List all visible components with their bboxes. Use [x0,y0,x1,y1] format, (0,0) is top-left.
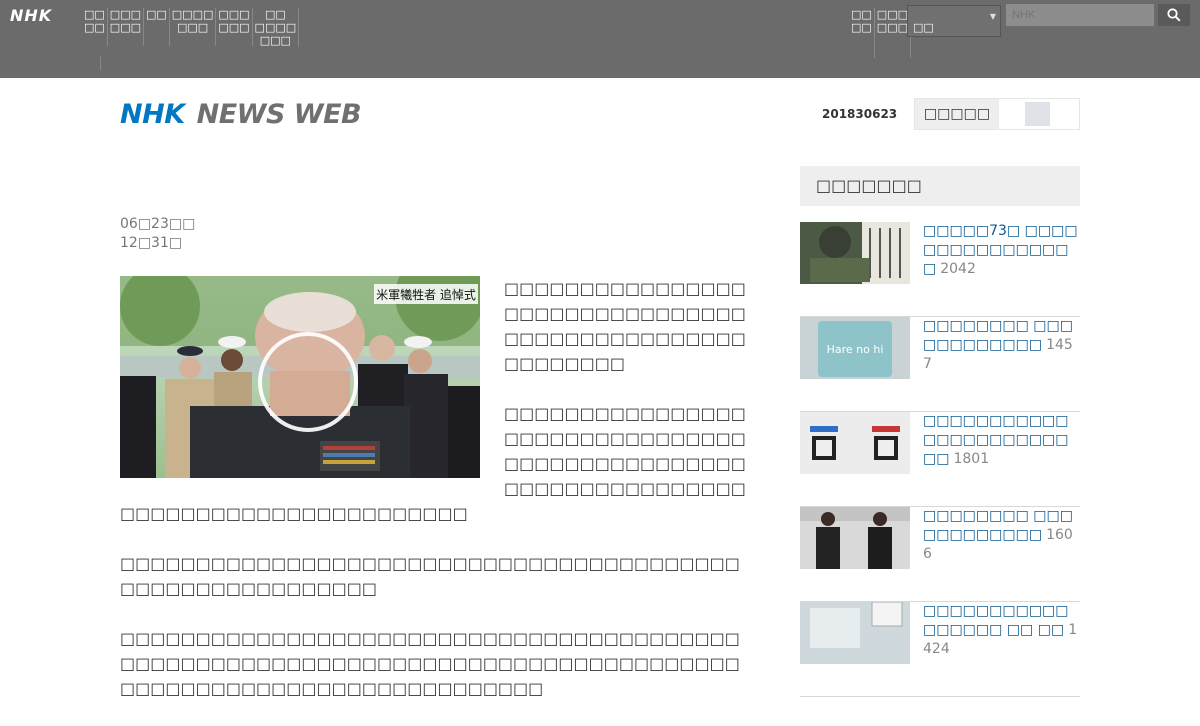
global-top-bar: NHK □□ □□ □□□ □□□ □□ □□□□ □□□ □□□ □□□ □□… [0,0,1200,78]
article-date: 06□23□□ 12□31□ [120,215,195,253]
article-date-line: 06□23□□ [120,216,196,232]
global-nav: □□ □□ □□□ □□□ □□ □□□□ □□□ □□□ □□□ □□ □□□… [82,8,300,48]
ranking-count: 1801 [953,451,990,467]
photo-caption: 米軍犧牲者 追悼式 [376,287,476,302]
region-select-value: □□ [913,21,934,34]
ranking-link[interactable]: □□□□□□□□ □□□□□□□□□□□□ 1606 [923,507,1080,564]
ranking-link[interactable]: □□□□□□□□□□□□□□□□□ □□ □□ 1424 [923,602,1080,659]
search-input[interactable] [1006,4,1154,26]
article-paragraph: □□□□□□□□□□□□□□□□□□□□□□□□□□□□□□□□□□□□□□□□… [120,629,740,698]
news-web-logo[interactable]: NHK NEWS WEB [120,99,362,130]
svg-text:Hare no hi: Hare no hi [827,343,884,356]
utility-nav-item[interactable]: □□ □□ [849,8,875,58]
article-photo-image: 米軍犧牲者 追悼式 [120,276,480,478]
global-nav-label: □□□ □□□ [109,8,141,34]
global-nav-label: □□ □□□□ □□□ [254,8,297,47]
global-nav-label: □□ [145,8,167,21]
article-time-line: 12□31□ [120,235,183,251]
ranking-link[interactable]: □□□□□73□ □□□□□□□□□□□□□□□□ 2042 [923,222,1080,279]
ranking-thumbnail[interactable] [800,602,910,664]
ranking-item[interactable]: □□□□□□□□□□□□□□□□□□□□□□□□ 1801 [800,412,1080,507]
news-web-logo-text: NEWS WEB [196,99,362,130]
utility-nav-item[interactable]: □□□ □□□ [875,8,911,58]
display-toggle[interactable]: □□□□□ [914,98,1080,130]
ranking-count: 2042 [940,261,976,277]
search-icon [1167,8,1181,22]
ranking-item[interactable]: □□□□□□□□ □□□□□□□□□□□□ 1606 [800,507,1080,602]
ranking-title: □□□□□□□□□□□□□□□□□ □□ □□ [923,603,1069,638]
ranking-item[interactable]: Hare no hi □□□□□□□□ □□□□□□□□□□□□ 1457 [800,317,1080,412]
ranking-item[interactable]: □□□□□□□□□□□□□□□□□ □□ □□ 1424 [800,602,1080,697]
chevron-down-icon: ▼ [989,12,996,21]
global-nav-item[interactable]: □□□□ □□□ [170,8,217,46]
page-date-id: 201830623 [822,107,898,121]
search-button[interactable] [1158,4,1190,26]
utility-nav-label: □□ □□ [851,8,872,34]
ranking-link[interactable]: □□□□□□□□ □□□□□□□□□□□□ 1457 [923,317,1080,374]
utility-nav-label: □□□ □□□ [876,8,908,34]
global-nav-item[interactable]: □□ □□□□ □□□ [253,8,300,47]
ranking-title: □□□□□□□□□□□□□□□□□□□□□□□□ [923,413,1069,467]
global-nav-label: □□ □□ [84,8,105,34]
nhk-logo[interactable]: NHK [10,6,52,25]
global-nav-item[interactable]: □□□ □□□ [108,8,144,46]
news-web-logo-nhk: NHK [120,99,185,130]
ranking-thumbnail[interactable] [800,507,910,569]
ranking-thumbnail[interactable]: Hare no hi [800,317,910,379]
nav-divider [100,56,101,70]
article-paragraph: □□□□□□□□□□□□□□□□□□□□□□□□□□□□□□□□□□□□□□□□… [120,554,740,598]
display-toggle-label: □□□□□ [915,99,999,129]
global-nav-item[interactable]: □□ [144,8,170,46]
global-nav-label: □□□ □□□ [218,8,250,34]
utility-nav: □□ □□ □□□ □□□ [849,8,911,58]
region-select[interactable]: □□ ▼ [907,5,1001,37]
global-nav-item[interactable]: □□ □□ [82,8,108,46]
global-nav-label: □□□□ □□□ [171,8,214,34]
ranking-thumbnail[interactable] [800,222,910,284]
article-body: 米軍犧牲者 追悼式 □□□□□□□□□□□□□□□□□□□□□□□□□□□□□□… [120,276,754,726]
ranking-item[interactable]: □□□□□73□ □□□□□□□□□□□□□□□□ 2042 [800,222,1080,317]
toggle-knob[interactable] [1025,102,1050,126]
ranking-heading: □□□□□□□ [800,166,1080,206]
article-photo[interactable]: 米軍犧牲者 追悼式 [120,276,480,478]
global-nav-item[interactable]: □□□ □□□ [216,8,253,46]
ranking-link[interactable]: □□□□□□□□□□□□□□□□□□□□□□□□ 1801 [923,412,1080,469]
ranking-thumbnail[interactable] [800,412,910,474]
